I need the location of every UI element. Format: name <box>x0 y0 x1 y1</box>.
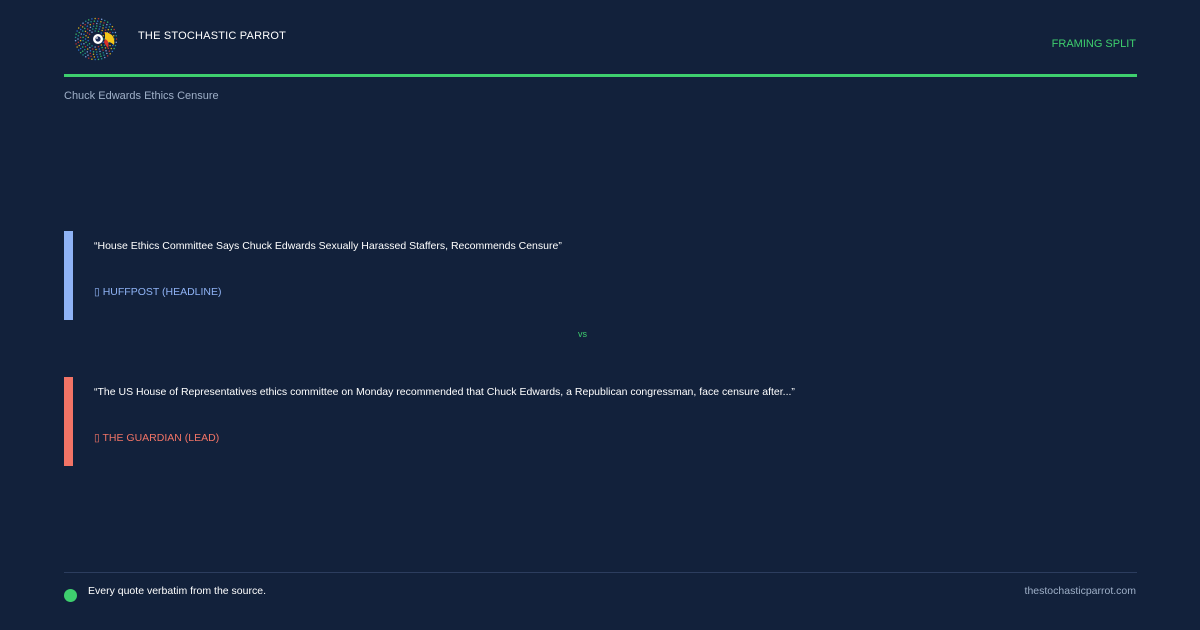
quote-source: ▯ THE GUARDIAN (LEAD) <box>94 432 220 444</box>
footer-divider <box>64 572 1137 573</box>
parrot-icon <box>74 17 118 61</box>
brand-name: THE STOCHASTIC PARROT <box>138 30 287 42</box>
quote-card-huffpost: “House Ethics Committee Says Chuck Edwar… <box>64 231 1137 320</box>
header-divider <box>64 74 1137 77</box>
quote-card-guardian: “The US House of Representatives ethics … <box>64 377 1137 466</box>
quote-accent-bar <box>64 231 73 320</box>
quote-source: ▯ HUFFPOST (HEADLINE) <box>94 286 222 298</box>
framing-split-tag: FRAMING SPLIT <box>1051 38 1136 50</box>
status-dot-icon <box>64 589 77 602</box>
quote-accent-bar <box>64 377 73 466</box>
share-card: THE STOCHASTIC PARROT FRAMING SPLIT Chuc… <box>0 0 1200 630</box>
footer-note: Every quote verbatim from the source. <box>88 585 266 597</box>
story-topic: Chuck Edwards Ethics Censure <box>64 90 219 102</box>
site-link[interactable]: thestochasticparrot.com <box>1025 585 1136 597</box>
versus-label: vs <box>578 329 587 339</box>
quote-text: “The US House of Representatives ethics … <box>94 386 795 398</box>
quote-text: “House Ethics Committee Says Chuck Edwar… <box>94 240 562 252</box>
